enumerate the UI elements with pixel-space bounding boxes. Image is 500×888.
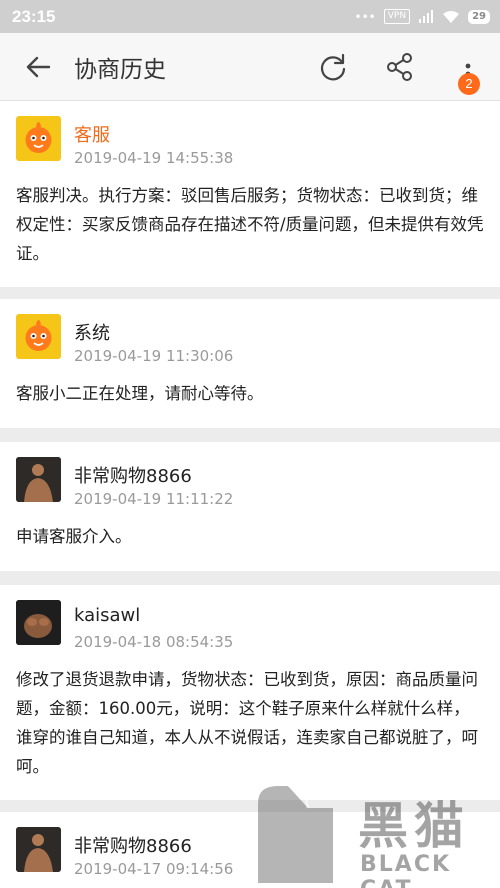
vpn-badge: VPN: [383, 9, 411, 24]
avatar: [16, 600, 61, 645]
history-entry: 系统 2019-04-19 11:30:06 客服小二正在处理，请耐心等待。: [0, 299, 500, 428]
entry-text: 修改了退货退款申请，货物状态：已收到货，原因：商品质量问题，金额：160.00元…: [16, 670, 478, 776]
avatar: [16, 827, 61, 872]
avatar: [16, 116, 61, 161]
history-entry: 非常购物8866 2019-04-19 11:11:22 申请客服介入。: [0, 442, 500, 571]
refresh-button[interactable]: [313, 47, 353, 87]
author-name: 客服: [74, 125, 110, 146]
share-icon: [387, 53, 412, 81]
avatar: [16, 314, 61, 359]
notification-badge: 2: [458, 73, 480, 95]
page-title: 协商历史: [74, 56, 166, 83]
history-entry: kaisawl 2019-04-18 08:54:35 修改了退货退款申请，货物…: [0, 585, 500, 800]
mascot-avatar-icon: [25, 320, 52, 351]
entry-text: 客服小二正在处理，请耐心等待。: [16, 384, 264, 403]
user-photo-icon: [16, 827, 61, 872]
author-name: 系统: [74, 323, 110, 344]
entry-time: 2019-04-19 11:11:22: [74, 490, 234, 508]
entry-time: 2019-04-19 11:30:06: [74, 347, 234, 365]
mascot-avatar-icon: [25, 122, 52, 153]
entry-text: 客服判决。执行方案：驳回售后服务；货物状态：已收到货；维权定性：买家反馈商品存在…: [16, 186, 484, 263]
avatar: [16, 457, 61, 502]
status-bar: 23:15 ••• VPN 29: [0, 0, 500, 33]
back-button[interactable]: [18, 47, 58, 87]
user-photo-icon: [16, 600, 61, 645]
history-entry: 客服 2019-04-19 14:55:38 客服判决。执行方案：驳回售后服务；…: [0, 101, 500, 287]
battery-indicator: 29: [468, 9, 490, 24]
author-name: 非常购物8866: [74, 836, 192, 857]
entry-text: 申请客服介入。: [16, 527, 132, 546]
history-entry: 非常购物8866 2019-04-17 09:14:56: [0, 812, 500, 888]
signal-bars-icon: [419, 9, 434, 23]
top-bar: 协商历史 2: [0, 33, 500, 101]
back-arrow-icon: [26, 56, 51, 77]
share-button[interactable]: [380, 47, 420, 87]
wifi-icon: [443, 10, 460, 23]
refresh-icon: [320, 53, 346, 81]
status-icons: ••• VPN 29: [355, 9, 490, 24]
user-photo-icon: [16, 457, 61, 502]
entry-time: 2019-04-19 14:55:38: [74, 149, 234, 167]
entry-time: 2019-04-18 08:54:35: [74, 633, 234, 651]
signal-dots-icon: •••: [354, 9, 376, 24]
author-name: 非常购物8866: [74, 466, 192, 487]
status-time: 23:15: [12, 6, 56, 26]
entry-time: 2019-04-17 09:14:56: [74, 860, 234, 878]
author-name: kaisawl: [74, 605, 141, 626]
